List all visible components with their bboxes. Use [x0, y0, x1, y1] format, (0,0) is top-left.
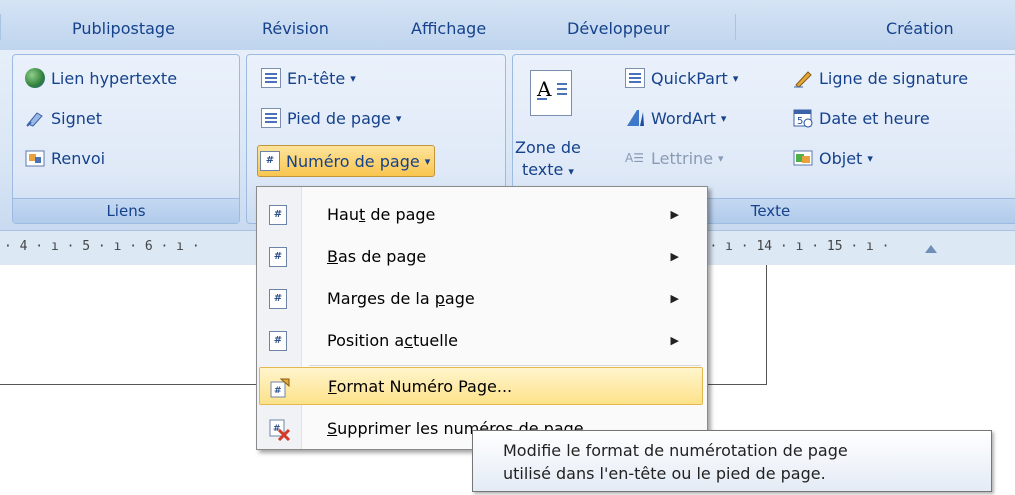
current-position-icon: # — [269, 331, 287, 351]
chevron-down-icon: ▾ — [395, 111, 402, 125]
page-top-icon: # — [269, 205, 287, 225]
date-time-label: Date et heure — [819, 108, 930, 128]
page-number-label: Numéro de page — [286, 151, 420, 171]
menu-separator — [309, 365, 701, 366]
remove-page-number-icon: # — [269, 419, 291, 442]
submenu-arrow-icon: ▶ — [670, 207, 679, 221]
format-page-number-icon: # — [270, 378, 290, 398]
wordart-button[interactable]: WordArt ▾ — [625, 105, 726, 131]
tab-revision[interactable]: Révision — [262, 19, 329, 38]
chevron-down-icon: ▾ — [867, 151, 873, 165]
cross-reference-icon — [25, 148, 45, 168]
text-box-label-line2: texte ▾ — [521, 160, 574, 179]
menu-item-label: Marges de la page — [327, 288, 475, 308]
signature-line-label: Ligne de signature — [819, 68, 969, 88]
menu-item-format-page-numbers[interactable]: # Format Numéro Page... — [259, 367, 703, 405]
signature-pen-icon — [793, 68, 813, 88]
chevron-down-icon: ▾ — [732, 71, 739, 85]
header-label: En-tête — [287, 68, 346, 88]
menu-item-page-margins[interactable]: # Marges de la page ▶ — [259, 279, 703, 317]
submenu-arrow-icon: ▶ — [670, 333, 679, 347]
page-number-icon: # — [260, 151, 280, 171]
footer-label: Pied de page — [287, 108, 391, 128]
header-icon — [261, 68, 281, 88]
menu-item-label: Format Numéro Page... — [328, 376, 513, 396]
text-box-label-line1: Zone de — [515, 138, 581, 157]
group-liens: Lien hypertexte Signet Renvoi Liens — [12, 54, 240, 224]
page-number-menu: # Haut de page ▶ # Bas de page ▶ # Marge… — [256, 186, 708, 450]
bookmark-icon — [25, 108, 45, 128]
indent-marker-icon[interactable] — [925, 245, 937, 253]
bookmark-button[interactable]: Signet — [25, 105, 102, 131]
quickpart-label: QuickPart — [651, 68, 728, 88]
date-time-button[interactable]: 5 Date et heure — [793, 105, 930, 131]
footer-icon — [261, 108, 281, 128]
ruler-right-marks: 13 · ı · 14 · ı · 15 · ı · — [686, 239, 890, 254]
dropcap-button[interactable]: A☰ Lettrine ▾ — [625, 145, 724, 171]
menu-item-top-of-page[interactable]: # Haut de page ▶ — [259, 195, 703, 233]
ruler-left-marks: · 4 · ı · 5 · ı · 6 · ı · — [4, 239, 200, 254]
tab-creation[interactable]: Création — [886, 19, 954, 38]
page-border-right — [766, 265, 767, 385]
signature-line-button[interactable]: Ligne de signature — [793, 65, 968, 91]
header-button[interactable]: En-tête ▾ — [261, 65, 356, 91]
submenu-arrow-icon: ▶ — [670, 291, 679, 305]
chevron-down-icon: ▾ — [720, 111, 727, 125]
bookmark-label: Signet — [51, 108, 103, 128]
ribbon-tab-bar: Publipostage Révision Affichage Développ… — [0, 0, 1015, 51]
chevron-down-icon: ▾ — [350, 71, 356, 85]
tab-separator — [0, 14, 1, 40]
svg-text:#: # — [274, 386, 282, 396]
menu-item-label: Bas de page — [327, 246, 427, 266]
tooltip-line-2: utilisé dans l'en-tête ou le pied de pag… — [503, 464, 826, 483]
globe-link-icon — [25, 68, 45, 88]
chevron-down-icon: ▾ — [718, 151, 724, 165]
object-label: Objet — [819, 148, 863, 168]
cross-reference-button[interactable]: Renvoi — [25, 145, 105, 171]
tab-publipostage[interactable]: Publipostage — [72, 19, 175, 38]
page-margin-icon: # — [269, 289, 287, 309]
text-box-icon: A — [530, 70, 572, 116]
menu-item-current-position[interactable]: # Position actuelle ▶ — [259, 321, 703, 359]
calendar-icon: 5 — [793, 108, 813, 128]
submenu-arrow-icon: ▶ — [670, 249, 679, 263]
tab-affichage[interactable]: Affichage — [411, 19, 486, 38]
group-liens-label: Liens — [13, 198, 239, 223]
svg-text:5: 5 — [797, 116, 803, 127]
tab-developpeur[interactable]: Développeur — [567, 19, 670, 38]
object-icon — [793, 148, 813, 168]
menu-item-label: Haut de page — [327, 204, 436, 224]
tab-separator — [735, 14, 736, 40]
tooltip: Modifie le format de numérotation de pag… — [472, 430, 992, 492]
page-bottom-icon: # — [269, 247, 287, 267]
footer-button[interactable]: Pied de page ▾ — [261, 105, 401, 131]
text-box-button[interactable]: Zone de texte ▾ — [515, 137, 581, 185]
menu-item-label: Position actuelle — [327, 330, 458, 350]
menu-item-bottom-of-page[interactable]: # Bas de page ▶ — [259, 237, 703, 275]
object-button[interactable]: Objet ▾ — [793, 145, 873, 171]
dropcap-icon: A☰ — [625, 151, 644, 165]
cross-reference-label: Renvoi — [51, 148, 106, 168]
wordart-icon — [625, 108, 645, 128]
chevron-down-icon: ▾ — [424, 154, 431, 168]
tooltip-line-1: Modifie le format de numérotation de pag… — [503, 441, 848, 460]
wordart-label: WordArt — [651, 108, 716, 128]
dropcap-label: Lettrine — [651, 148, 714, 168]
hyperlink-button[interactable]: Lien hypertexte — [25, 65, 177, 91]
page-number-button[interactable]: # Numéro de page ▾ — [257, 145, 436, 177]
quickpart-icon — [625, 68, 645, 88]
quickpart-button[interactable]: QuickPart ▾ — [625, 65, 738, 91]
hyperlink-label: Lien hypertexte — [51, 68, 178, 88]
